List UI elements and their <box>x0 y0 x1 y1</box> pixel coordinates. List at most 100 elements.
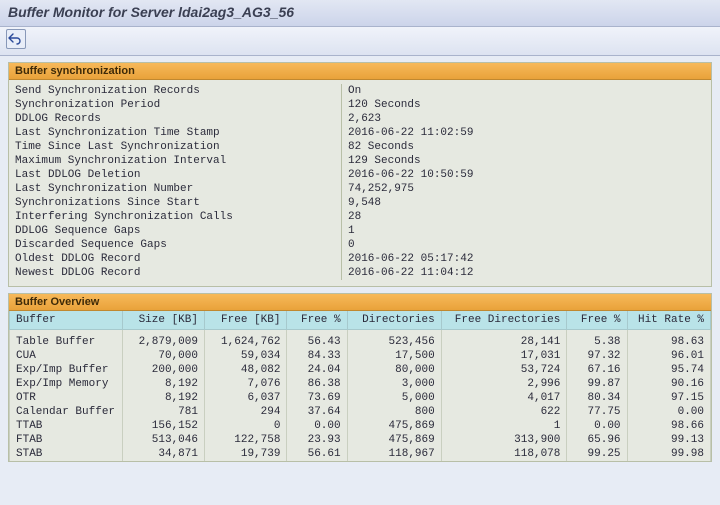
sync-row: Synchronizations Since Start9,548 <box>9 196 711 210</box>
overview-cell-free: 122,758 <box>204 433 286 447</box>
overview-cell-fdir: 118,078 <box>441 447 567 461</box>
sync-row-label: Maximum Synchronization Interval <box>9 154 342 168</box>
overview-cell-dir: 475,869 <box>347 433 441 447</box>
page-title: Buffer Monitor for Server ldai2ag3_AG3_5… <box>0 0 720 27</box>
sync-row: Last DDLOG Deletion2016-06-22 10:50:59 <box>9 168 711 182</box>
overview-cell-fpct2: 67.16 <box>567 363 627 377</box>
overview-cell-free: 48,082 <box>204 363 286 377</box>
overview-panel-header: Buffer Overview <box>9 294 711 311</box>
overview-row[interactable]: TTAB156,15200.00475,86910.0098.66 <box>10 419 711 433</box>
overview-row[interactable]: Exp/Imp Buffer200,00048,08224.0480,00053… <box>10 363 711 377</box>
overview-row[interactable]: FTAB513,046122,75823.93475,869313,90065.… <box>10 433 711 447</box>
overview-cell-free: 7,076 <box>204 377 286 391</box>
overview-cell-free: 19,739 <box>204 447 286 461</box>
sync-row: Maximum Synchronization Interval129 Seco… <box>9 154 711 168</box>
overview-cell-fpct2: 80.34 <box>567 391 627 405</box>
sync-row-label: Last Synchronization Number <box>9 182 342 196</box>
sync-row: Synchronization Period120 Seconds <box>9 98 711 112</box>
overview-cell-fpct2: 77.75 <box>567 405 627 419</box>
overview-cell-size: 34,871 <box>122 447 204 461</box>
overview-cell-name: TTAB <box>10 419 123 433</box>
sync-row: Time Since Last Synchronization82 Second… <box>9 140 711 154</box>
overview-col-header[interactable]: Size [KB] <box>122 311 204 330</box>
toolbar <box>0 27 720 56</box>
overview-col-header[interactable]: Directories <box>347 311 441 330</box>
sync-row-value: 82 Seconds <box>342 140 712 154</box>
overview-cell-size: 156,152 <box>122 419 204 433</box>
sync-row: Oldest DDLOG Record2016-06-22 05:17:42 <box>9 252 711 266</box>
overview-cell-hit: 98.63 <box>627 330 710 350</box>
overview-cell-name: Exp/Imp Memory <box>10 377 123 391</box>
overview-panel: Buffer Overview BufferSize [KB]Free [KB]… <box>8 293 712 462</box>
sync-row-value: 74,252,975 <box>342 182 712 196</box>
overview-row[interactable]: Table Buffer2,879,0091,624,76256.43523,4… <box>10 330 711 350</box>
overview-cell-dir: 523,456 <box>347 330 441 350</box>
overview-cell-dir: 475,869 <box>347 419 441 433</box>
overview-cell-dir: 3,000 <box>347 377 441 391</box>
overview-cell-fpct2: 5.38 <box>567 330 627 350</box>
sync-row-label: DDLOG Sequence Gaps <box>9 224 342 238</box>
sync-row-label: Synchronization Period <box>9 98 342 112</box>
overview-cell-dir: 17,500 <box>347 349 441 363</box>
sync-row: Last Synchronization Number74,252,975 <box>9 182 711 196</box>
sync-row-label: DDLOG Records <box>9 112 342 126</box>
overview-cell-fpct2: 97.32 <box>567 349 627 363</box>
sync-table: Send Synchronization RecordsOnSynchroniz… <box>9 84 711 280</box>
overview-row[interactable]: CUA70,00059,03484.3317,50017,03197.3296.… <box>10 349 711 363</box>
overview-cell-dir: 118,967 <box>347 447 441 461</box>
overview-cell-fpct: 56.61 <box>287 447 347 461</box>
sync-row: Discarded Sequence Gaps0 <box>9 238 711 252</box>
sync-row: DDLOG Sequence Gaps1 <box>9 224 711 238</box>
overview-cell-hit: 95.74 <box>627 363 710 377</box>
overview-cell-size: 781 <box>122 405 204 419</box>
overview-cell-name: Calendar Buffer <box>10 405 123 419</box>
sync-row-value: 28 <box>342 210 712 224</box>
overview-cell-fpct2: 99.87 <box>567 377 627 391</box>
sync-row-label: Last DDLOG Deletion <box>9 168 342 182</box>
back-button[interactable] <box>6 29 26 49</box>
overview-col-header[interactable]: Free [KB] <box>204 311 286 330</box>
sync-row-value: 2016-06-22 05:17:42 <box>342 252 712 266</box>
overview-cell-fpct: 73.69 <box>287 391 347 405</box>
sync-row-value: 9,548 <box>342 196 712 210</box>
overview-cell-hit: 90.16 <box>627 377 710 391</box>
overview-cell-dir: 800 <box>347 405 441 419</box>
overview-cell-fdir: 313,900 <box>441 433 567 447</box>
overview-cell-fpct: 84.33 <box>287 349 347 363</box>
overview-col-header[interactable]: Free % <box>567 311 627 330</box>
overview-cell-free: 0 <box>204 419 286 433</box>
sync-row-value: 2016-06-22 11:04:12 <box>342 266 712 280</box>
overview-cell-fpct: 37.64 <box>287 405 347 419</box>
overview-cell-fdir: 28,141 <box>441 330 567 350</box>
overview-cell-name: Exp/Imp Buffer <box>10 363 123 377</box>
sync-row: Interfering Synchronization Calls28 <box>9 210 711 224</box>
overview-col-header[interactable]: Hit Rate % <box>627 311 710 330</box>
overview-cell-hit: 97.15 <box>627 391 710 405</box>
overview-cell-fdir: 622 <box>441 405 567 419</box>
overview-cell-name: CUA <box>10 349 123 363</box>
overview-cell-hit: 98.66 <box>627 419 710 433</box>
overview-cell-free: 1,624,762 <box>204 330 286 350</box>
overview-cell-hit: 0.00 <box>627 405 710 419</box>
overview-col-header[interactable]: Free Directories <box>441 311 567 330</box>
overview-row[interactable]: Calendar Buffer78129437.6480062277.750.0… <box>10 405 711 419</box>
overview-cell-dir: 5,000 <box>347 391 441 405</box>
overview-cell-hit: 99.98 <box>627 447 710 461</box>
sync-panel-header: Buffer synchronization <box>9 63 711 80</box>
sync-row-label: Discarded Sequence Gaps <box>9 238 342 252</box>
overview-cell-fpct: 56.43 <box>287 330 347 350</box>
overview-row[interactable]: OTR8,1926,03773.695,0004,01780.3497.15 <box>10 391 711 405</box>
overview-col-header[interactable]: Buffer <box>10 311 123 330</box>
overview-cell-fdir: 17,031 <box>441 349 567 363</box>
overview-cell-hit: 96.01 <box>627 349 710 363</box>
sync-row-label: Time Since Last Synchronization <box>9 140 342 154</box>
overview-col-header[interactable]: Free % <box>287 311 347 330</box>
overview-cell-name: Table Buffer <box>10 330 123 350</box>
overview-table: BufferSize [KB]Free [KB]Free %Directorie… <box>9 311 711 461</box>
overview-row[interactable]: Exp/Imp Memory8,1927,07686.383,0002,9969… <box>10 377 711 391</box>
sync-row-label: Interfering Synchronization Calls <box>9 210 342 224</box>
overview-row[interactable]: STAB34,87119,73956.61118,967118,07899.25… <box>10 447 711 461</box>
overview-cell-fpct: 23.93 <box>287 433 347 447</box>
back-icon <box>8 31 22 45</box>
overview-cell-fdir: 4,017 <box>441 391 567 405</box>
